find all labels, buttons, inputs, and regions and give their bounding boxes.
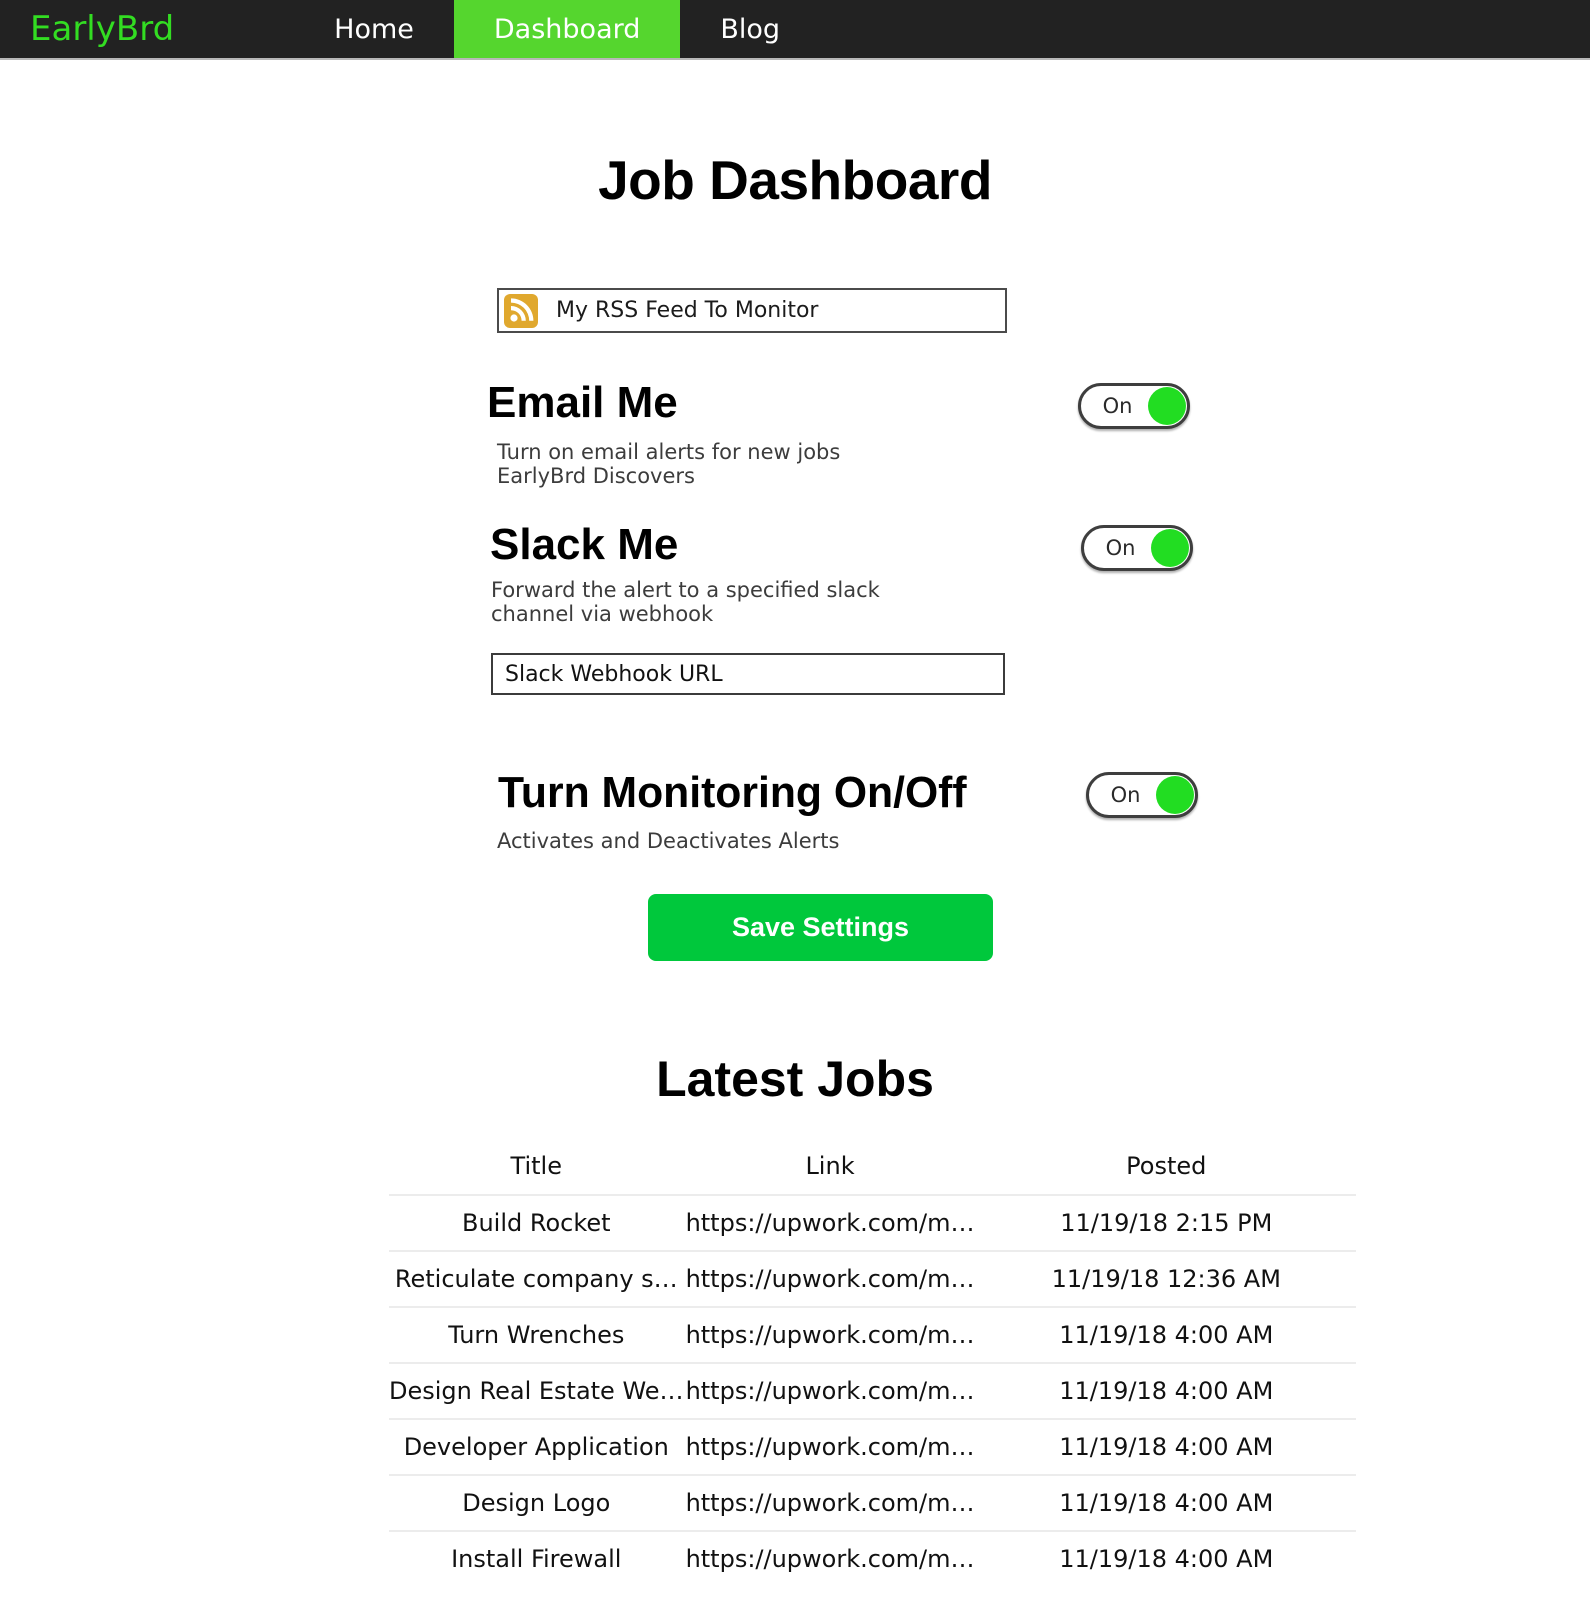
rss-feed-input[interactable]: My RSS Feed To Monitor — [497, 288, 1007, 333]
table-body: Build Rocket https://upwork.com/m… 11/19… — [389, 1194, 1356, 1586]
column-header-posted[interactable]: Posted — [977, 1148, 1357, 1195]
table-row[interactable]: Design Logo https://upwork.com/m… 11/19/… — [389, 1474, 1356, 1531]
table-row[interactable]: Install Firewall https://upwork.com/m… 1… — [389, 1530, 1356, 1586]
cell-posted: 11/19/18 12:36 AM — [976, 1250, 1356, 1307]
nav-items: Home Dashboard Blog — [294, 0, 820, 58]
brand-logo[interactable]: EarlyBrd — [0, 0, 184, 58]
cell-title: Developer Application — [389, 1418, 684, 1475]
cell-title: Build Rocket — [389, 1194, 684, 1251]
cell-link[interactable]: https://upwork.com/m… — [683, 1362, 977, 1419]
slack-me-title: Slack Me — [490, 520, 679, 569]
cell-link[interactable]: https://upwork.com/m… — [683, 1530, 977, 1586]
table-head: Title Link Posted — [389, 1148, 1356, 1195]
nav-item-blog[interactable]: Blog — [680, 0, 820, 58]
cell-title: Design Real Estate We… — [389, 1362, 684, 1419]
page-title: Job Dashboard — [598, 149, 992, 211]
table-row[interactable]: Build Rocket https://upwork.com/m… 11/19… — [389, 1194, 1356, 1251]
slack-me-description: Forward the alert to a specified slack c… — [491, 578, 880, 626]
rss-icon — [504, 293, 538, 328]
table-row[interactable]: Turn Wrenches https://upwork.com/m… 11/1… — [389, 1306, 1356, 1363]
cell-link[interactable]: https://upwork.com/m… — [683, 1194, 977, 1251]
top-navbar: EarlyBrd Home Dashboard Blog — [0, 0, 1590, 60]
latest-jobs-table: Title Link Posted Build Rocket https://u… — [389, 1148, 1356, 1586]
cell-link[interactable]: https://upwork.com/m… — [683, 1250, 977, 1307]
column-header-title[interactable]: Title — [389, 1148, 684, 1195]
cell-posted: 11/19/18 4:00 AM — [976, 1474, 1356, 1531]
latest-jobs-heading: Latest Jobs — [656, 1051, 934, 1107]
rss-feed-value: My RSS Feed To Monitor — [556, 298, 819, 323]
monitoring-toggle[interactable]: On — [1086, 772, 1198, 818]
slack-webhook-input[interactable]: Slack Webhook URL — [491, 653, 1005, 695]
cell-title: Design Logo — [389, 1474, 684, 1531]
nav-item-dashboard[interactable]: Dashboard — [453, 0, 681, 58]
slack-me-toggle[interactable]: On — [1081, 525, 1193, 571]
cell-link[interactable]: https://upwork.com/m… — [683, 1306, 977, 1363]
table-row[interactable]: Design Real Estate We… https://upwork.co… — [389, 1362, 1356, 1419]
slack-me-toggle-label: On — [1105, 536, 1136, 560]
email-me-toggle[interactable]: On — [1078, 383, 1190, 429]
cell-link[interactable]: https://upwork.com/m… — [683, 1474, 977, 1531]
monitoring-description: Activates and Deactivates Alerts — [497, 829, 840, 853]
cell-title: Reticulate company s… — [389, 1250, 684, 1307]
column-header-link[interactable]: Link — [684, 1148, 977, 1195]
cell-title: Turn Wrenches — [389, 1306, 684, 1363]
monitoring-toggle-label: On — [1110, 783, 1141, 807]
email-me-toggle-label: On — [1102, 394, 1133, 418]
table-row[interactable]: Reticulate company s… https://upwork.com… — [389, 1250, 1356, 1307]
table-row[interactable]: Developer Application https://upwork.com… — [389, 1418, 1356, 1475]
email-me-description: Turn on email alerts for new jobs EarlyB… — [497, 440, 841, 488]
cell-posted: 11/19/18 2:15 PM — [976, 1194, 1356, 1251]
table-header-row: Title Link Posted — [389, 1148, 1356, 1195]
cell-posted: 11/19/18 4:00 AM — [976, 1362, 1356, 1419]
toggle-knob — [1151, 529, 1189, 567]
toggle-knob — [1148, 387, 1186, 425]
monitoring-title: Turn Monitoring On/Off — [498, 768, 967, 817]
save-settings-button[interactable]: Save Settings — [648, 894, 993, 961]
cell-title: Install Firewall — [389, 1530, 684, 1586]
nav-item-home[interactable]: Home — [294, 0, 454, 58]
email-me-title: Email Me — [487, 378, 678, 427]
cell-link[interactable]: https://upwork.com/m… — [683, 1418, 977, 1475]
cell-posted: 11/19/18 4:00 AM — [976, 1530, 1356, 1586]
toggle-knob — [1156, 776, 1194, 814]
cell-posted: 11/19/18 4:00 AM — [976, 1418, 1356, 1475]
cell-posted: 11/19/18 4:00 AM — [976, 1306, 1356, 1363]
